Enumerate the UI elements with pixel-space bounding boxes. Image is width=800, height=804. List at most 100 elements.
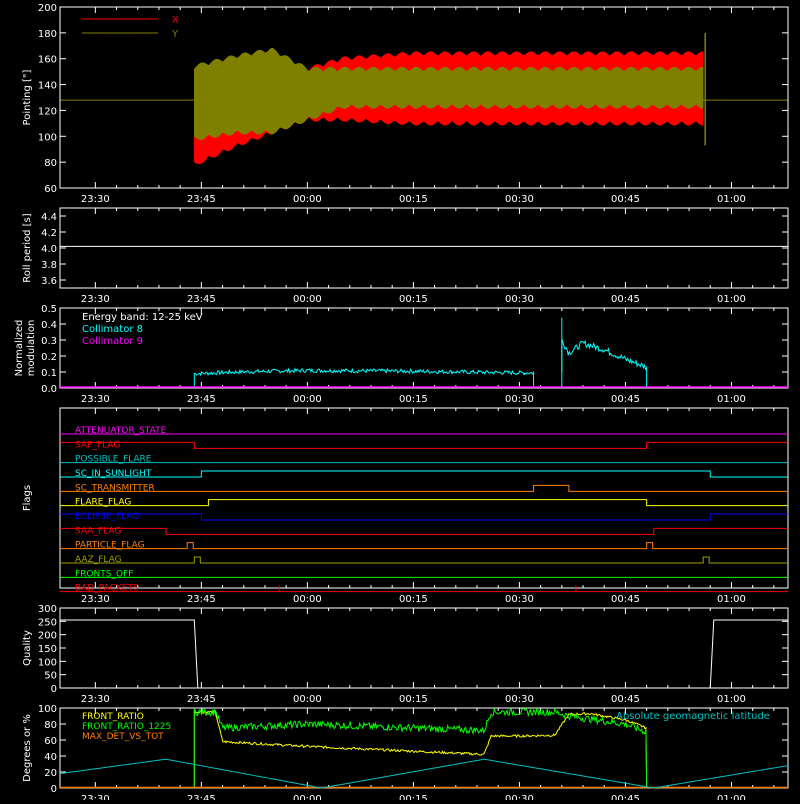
x-tick-label-flags: 00:15 <box>399 594 428 605</box>
y-tick-label-degrees: 20 <box>44 768 57 779</box>
x-tick-label-pointing: 23:45 <box>187 194 216 205</box>
legend-label-x: X <box>172 15 179 26</box>
x-tick-label-quality: 23:45 <box>187 694 216 705</box>
x-tick-label-quality: 01:00 <box>717 694 746 705</box>
y-tick-label-modulation: 0.3 <box>41 336 57 347</box>
legend-label-max-det-vs-tot: MAX_DET_VS_TOT <box>82 732 164 742</box>
x-tick-label-flags: 01:00 <box>717 594 746 605</box>
x-tick-label-roll-period: 01:00 <box>717 294 746 305</box>
y-tick-label-quality: 50 <box>44 671 57 682</box>
y-tick-label-degrees: 100 <box>38 704 57 715</box>
y-tick-label-quality: 150 <box>38 644 57 655</box>
y-tick-label-roll-period: 4.0 <box>41 244 57 255</box>
y-axis-label-pointing: Pointing ["] <box>22 69 33 125</box>
y-tick-label-pointing: 80 <box>44 158 57 169</box>
y-axis-label-degrees: Degrees or % <box>22 714 33 782</box>
flag-label-bad-packets: BAD_PACKETS <box>75 584 139 594</box>
legend-label-y: Y <box>171 29 179 40</box>
legend-label-collimator-9: Collimator 9 <box>82 336 143 347</box>
x-tick-label-flags: 23:45 <box>187 594 216 605</box>
x-tick-label-modulation: 00:00 <box>293 394 322 405</box>
flag-label-possible-flare: POSSIBLE_FLARE <box>75 455 152 465</box>
y-tick-label-pointing: 180 <box>38 29 57 40</box>
x-tick-label-roll-period: 23:45 <box>187 294 216 305</box>
x-tick-label-roll-period: 00:00 <box>293 294 322 305</box>
flag-label-saa-flag: SAA_FLAG <box>75 526 121 536</box>
x-tick-label-pointing: 00:00 <box>293 194 322 205</box>
y-tick-label-degrees: 60 <box>44 736 57 747</box>
y-tick-label-pointing: 100 <box>38 132 57 143</box>
x-tick-label-roll-period: 23:30 <box>81 294 110 305</box>
energy-band-annotation: Energy band: 12-25 keV <box>82 312 203 323</box>
x-tick-label-modulation: 00:45 <box>611 394 640 405</box>
x-tick-label-flags: 00:45 <box>611 594 640 605</box>
y-tick-label-pointing: 60 <box>44 184 57 195</box>
y-tick-label-quality: 250 <box>38 617 57 628</box>
y-tick-label-pointing: 140 <box>38 81 57 92</box>
plot-canvas: 23:30 23:45 00:00 00:15 00:30 00:45 01:00 60 80 1… <box>0 0 800 804</box>
y-tick-label-pointing: 120 <box>38 106 57 117</box>
y-axis-label-flags: Flags <box>22 485 33 511</box>
y-tick-label-modulation: 0.2 <box>41 352 57 363</box>
x-tick-label-degrees: 00:00 <box>293 794 322 800</box>
y-tick-label-quality: 0 <box>51 684 57 695</box>
flag-label-attenuator-state: ATTENUATOR_STATE <box>75 426 167 436</box>
legend-label-front-ratio: FRONT_RATIO <box>82 712 144 722</box>
x-tick-label-degrees: 00:15 <box>399 794 428 800</box>
y-tick-label-roll-period: 4.4 <box>41 212 57 223</box>
x-tick-label-pointing: 00:45 <box>611 194 640 205</box>
x-tick-label-roll-period: 00:15 <box>399 294 428 305</box>
x-tick-label-modulation: 00:30 <box>505 394 534 405</box>
x-tick-label-degrees: 01:00 <box>717 794 746 800</box>
flag-label-particle-flag: PARTICLE_FLAG <box>75 541 145 551</box>
x-tick-label-modulation: 01:00 <box>717 394 746 405</box>
x-tick-label-roll-period: 00:30 <box>505 294 534 305</box>
x-tick-label-quality: 00:00 <box>293 694 322 705</box>
y-tick-label-pointing: 200 <box>38 3 57 14</box>
y-tick-label-roll-period: 3.6 <box>41 276 57 287</box>
flag-label-eclipse-flag: ECLIPSE_FLAG <box>75 512 139 522</box>
x-tick-label-degrees: 00:45 <box>611 794 640 800</box>
flag-label-fronts-off: FRONTS_OFF <box>75 569 133 579</box>
x-tick-label-flags: 00:00 <box>293 594 322 605</box>
flag-label-sc-transmitter: SC_TRANSMITTER <box>75 483 155 493</box>
y-axis-label-roll-period: Roll period [s] <box>22 213 33 282</box>
x-tick-label-pointing: 00:15 <box>399 194 428 205</box>
x-tick-label-roll-period: 00:45 <box>611 294 640 305</box>
legend-label-collimator-8: Collimator 8 <box>82 324 143 335</box>
y-tick-label-roll-period: 3.8 <box>41 260 57 271</box>
x-tick-label-pointing: 01:00 <box>717 194 746 205</box>
y-tick-label-pointing: 160 <box>38 55 57 66</box>
y-tick-label-degrees: 40 <box>44 752 57 763</box>
x-tick-label-quality: 23:30 <box>81 694 110 705</box>
x-tick-label-modulation: 00:15 <box>399 394 428 405</box>
geomagnetic-latitude-label: Absolute geomagnetic latitude <box>616 711 770 722</box>
x-tick-label-flags: 23:30 <box>81 594 110 605</box>
y-axis-label-modulation: Normalized <box>14 320 25 377</box>
x-tick-label-pointing: 23:30 <box>81 194 110 205</box>
flag-label-flare-flag: FLARE_FLAG <box>75 498 131 508</box>
x-tick-label-degrees: 23:30 <box>81 794 110 800</box>
flag-label-sc-in-sunlight: SC_IN_SUNLIGHT <box>75 469 152 479</box>
y-tick-label-degrees: 80 <box>44 720 57 731</box>
y-tick-label-quality: 300 <box>38 604 57 615</box>
y-tick-label-modulation: 0.0 <box>41 384 57 395</box>
x-tick-label-quality: 00:45 <box>611 694 640 705</box>
x-tick-label-quality: 00:30 <box>505 694 534 705</box>
x-tick-label-quality: 00:15 <box>399 694 428 705</box>
x-tick-label-modulation: 23:30 <box>81 394 110 405</box>
legend-label-front-ratio-1225: FRONT_RATIO_1225 <box>82 722 171 732</box>
y-tick-label-modulation: 0.4 <box>41 320 57 331</box>
flag-label-aaz-flag: AAZ_FLAG <box>75 555 122 565</box>
y-tick-label-quality: 200 <box>38 631 57 642</box>
x-tick-label-flags: 00:30 <box>505 594 534 605</box>
y-tick-label-roll-period: 4.2 <box>41 228 57 239</box>
y-tick-label-modulation: 0.5 <box>41 304 57 315</box>
flag-label-sap-flag: SAP_FLAG <box>75 440 120 450</box>
y-tick-label-quality: 100 <box>38 657 57 668</box>
x-tick-label-degrees: 00:30 <box>505 794 534 800</box>
y-axis-label-quality: Quality <box>22 630 33 666</box>
y-axis-label-modulation: modulation <box>26 320 37 377</box>
y-tick-label-degrees: 0 <box>51 784 57 795</box>
figure: 23:30 23:45 00:00 00:15 00:30 00:45 01:00 60 80 1… <box>0 0 800 804</box>
